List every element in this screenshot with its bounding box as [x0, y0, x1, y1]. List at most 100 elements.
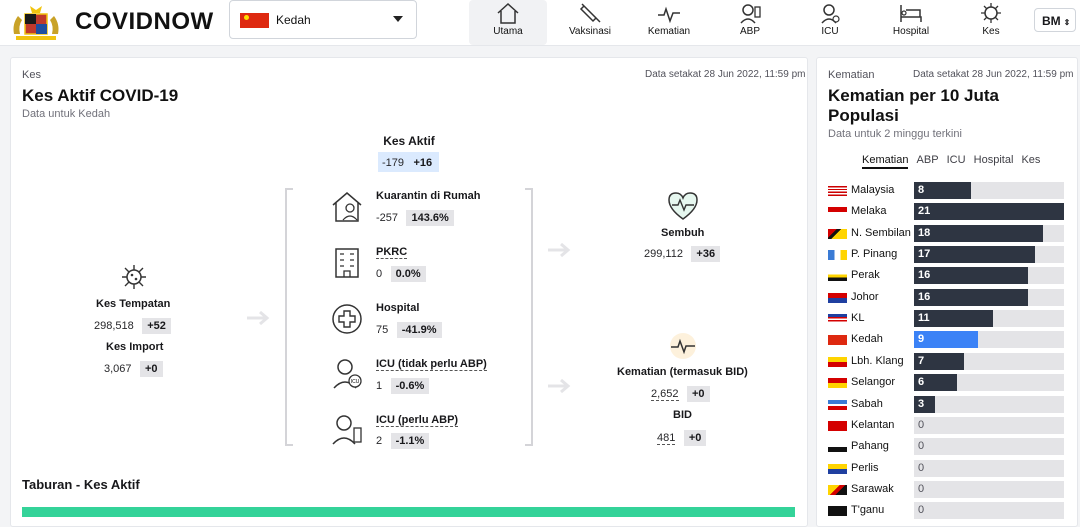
state-name: Perak [851, 269, 880, 281]
bar-value: 3 [918, 398, 925, 410]
state-name: Melaka [851, 205, 887, 217]
state-row-sabah[interactable]: Sabah 3 [828, 396, 1073, 413]
state-row-selangor[interactable]: Selangor 6 [828, 374, 1073, 391]
bar-track: 18 [914, 225, 1064, 242]
top-bar: COVIDNOW Kedah Utama Vaksinasi Kematian … [0, 0, 1080, 46]
bar-value: 0 [918, 504, 925, 516]
language-selector[interactable]: BM ⇕ [1034, 8, 1076, 32]
recovered-delta: +36 [691, 246, 721, 262]
stat-value: 2 [376, 435, 383, 447]
flow-arrow-icon [548, 378, 571, 394]
tab-icu[interactable]: ICU [947, 154, 966, 166]
bar-value: 0 [918, 483, 925, 495]
bar-track: 0 [914, 502, 1064, 519]
bar-track: 21 [914, 203, 1064, 220]
state-row-malaysia[interactable]: Malaysia 8 [828, 182, 1073, 199]
stat-title-hospital: Hospital [376, 302, 420, 314]
stat-title-icu-no-abp[interactable]: ICU (tidak perlu ABP) [376, 358, 487, 371]
state-row-johor[interactable]: Johor 16 [828, 289, 1073, 306]
bar-value: 11 [918, 312, 930, 324]
nav-kematian[interactable]: Kematian [630, 0, 708, 45]
nav-abp[interactable]: ABP [711, 0, 789, 45]
state-row-kedah[interactable]: Kedah 9 [828, 331, 1073, 348]
nav-kes[interactable]: Kes [952, 0, 1030, 45]
stat-value: 1 [376, 380, 383, 392]
house-quarantine-icon [332, 192, 362, 222]
bid-title: BID [673, 409, 692, 421]
nav-vaksinasi[interactable]: Vaksinasi [551, 0, 629, 45]
bar-track: 8 [914, 182, 1064, 199]
state-row-perak[interactable]: Perak 16 [828, 267, 1073, 284]
state-name: Malaysia [851, 184, 895, 196]
flow-arrow-icon [247, 310, 270, 326]
tab-hospital[interactable]: Hospital [974, 154, 1014, 166]
coat-of-arms-logo[interactable] [10, 4, 62, 42]
bar-track: 0 [914, 438, 1064, 455]
tab-abp[interactable]: ABP [917, 154, 939, 166]
state-name: Kedah [851, 333, 883, 345]
stat-title-quarantine: Kuarantin di Rumah [376, 190, 481, 202]
bar-value: 7 [918, 355, 925, 367]
side-title-line1: Kematian per 10 Juta [828, 86, 1000, 105]
state-row-perlis[interactable]: Perlis 0 [828, 460, 1073, 477]
state-row-pahang[interactable]: Pahang 0 [828, 438, 1073, 455]
kedah-flag-icon [240, 13, 269, 28]
deaths-value[interactable]: 2,652 [651, 388, 679, 401]
tab-kematian[interactable]: Kematian [862, 154, 909, 169]
nav-label: Utama [493, 26, 523, 37]
metric-tabs: Kematian ABP ICU Hospital Kes [862, 154, 1045, 169]
chevron-down-icon [393, 16, 403, 22]
deaths-title: Kematian (termasuk BID) [617, 366, 748, 378]
stat-delta: -0.6% [390, 378, 430, 394]
malaysia-flag-icon [828, 186, 847, 196]
group-bracket-left [285, 188, 293, 446]
active-cases-value: -179 [382, 157, 405, 169]
active-cases-card [10, 57, 808, 527]
perlis-flag-icon [828, 464, 847, 474]
bar-value: 0 [918, 419, 925, 431]
bar-value: 17 [918, 248, 931, 260]
nav-label: Kematian [647, 26, 691, 37]
medical-cross-icon [332, 304, 362, 334]
bar-value: 8 [918, 184, 925, 196]
bar-track: 17 [914, 246, 1064, 263]
stat-title-pkrc[interactable]: PKRC [376, 246, 408, 259]
language-label: BM [1042, 14, 1061, 28]
bar-track: 11 [914, 310, 1064, 327]
icu-doctor-icon: ICU [333, 359, 362, 389]
state-row-nsembilan[interactable]: N. Sembilan 18 [828, 225, 1073, 242]
bar-track: 0 [914, 460, 1064, 477]
heart-pulse-icon [668, 192, 698, 220]
bid-value-row: 481 +0 [657, 428, 707, 446]
state-row-kelantan[interactable]: Kelantan 0 [828, 417, 1073, 434]
stat-delta: 143.6% [406, 210, 454, 226]
state-name: Lbh. Klang [851, 355, 904, 367]
nav-label: Vaksinasi [568, 26, 612, 37]
brand-title[interactable]: COVIDNOW [75, 8, 214, 36]
state-row-ppinang[interactable]: P. Pinang 17 [828, 246, 1073, 263]
state-name: N. Sembilan [851, 227, 911, 239]
active-cases-delta: +16 [410, 156, 436, 170]
recovered-title: Sembuh [661, 227, 705, 239]
stat-title-icu-abp[interactable]: ICU (perlu ABP) [376, 414, 459, 427]
virus-icon [981, 3, 1001, 23]
nav-icu[interactable]: ICU [791, 0, 869, 45]
nav-utama[interactable]: Utama [469, 0, 547, 45]
nsembilan-flag-icon [828, 229, 847, 239]
state-row-kl[interactable]: KL 11 [828, 310, 1073, 327]
state-row-tganu[interactable]: T'ganu 0 [828, 502, 1073, 519]
nav-hospital[interactable]: Hospital [872, 0, 950, 45]
stat-row-quarantine: -257 143.6% [376, 208, 454, 226]
side-timestamp: Data setakat 28 Jun 2022, 11:59 pm [913, 69, 1074, 80]
state-row-klang[interactable]: Lbh. Klang 7 [828, 353, 1073, 370]
bid-value[interactable]: 481 [657, 432, 676, 445]
tab-kes[interactable]: Kes [1021, 154, 1040, 166]
state-row-melaka[interactable]: Melaka 21 [828, 203, 1073, 220]
stat-row-icu-abp: 2 -1.1% [376, 431, 430, 449]
syringe-icon [579, 3, 601, 23]
state-name: Johor [851, 291, 879, 303]
state-selector[interactable]: Kedah [229, 0, 417, 39]
bar-fill [914, 289, 1029, 306]
ventilator-patient-icon [740, 4, 761, 24]
state-row-sarawak[interactable]: Sarawak 0 [828, 481, 1073, 498]
